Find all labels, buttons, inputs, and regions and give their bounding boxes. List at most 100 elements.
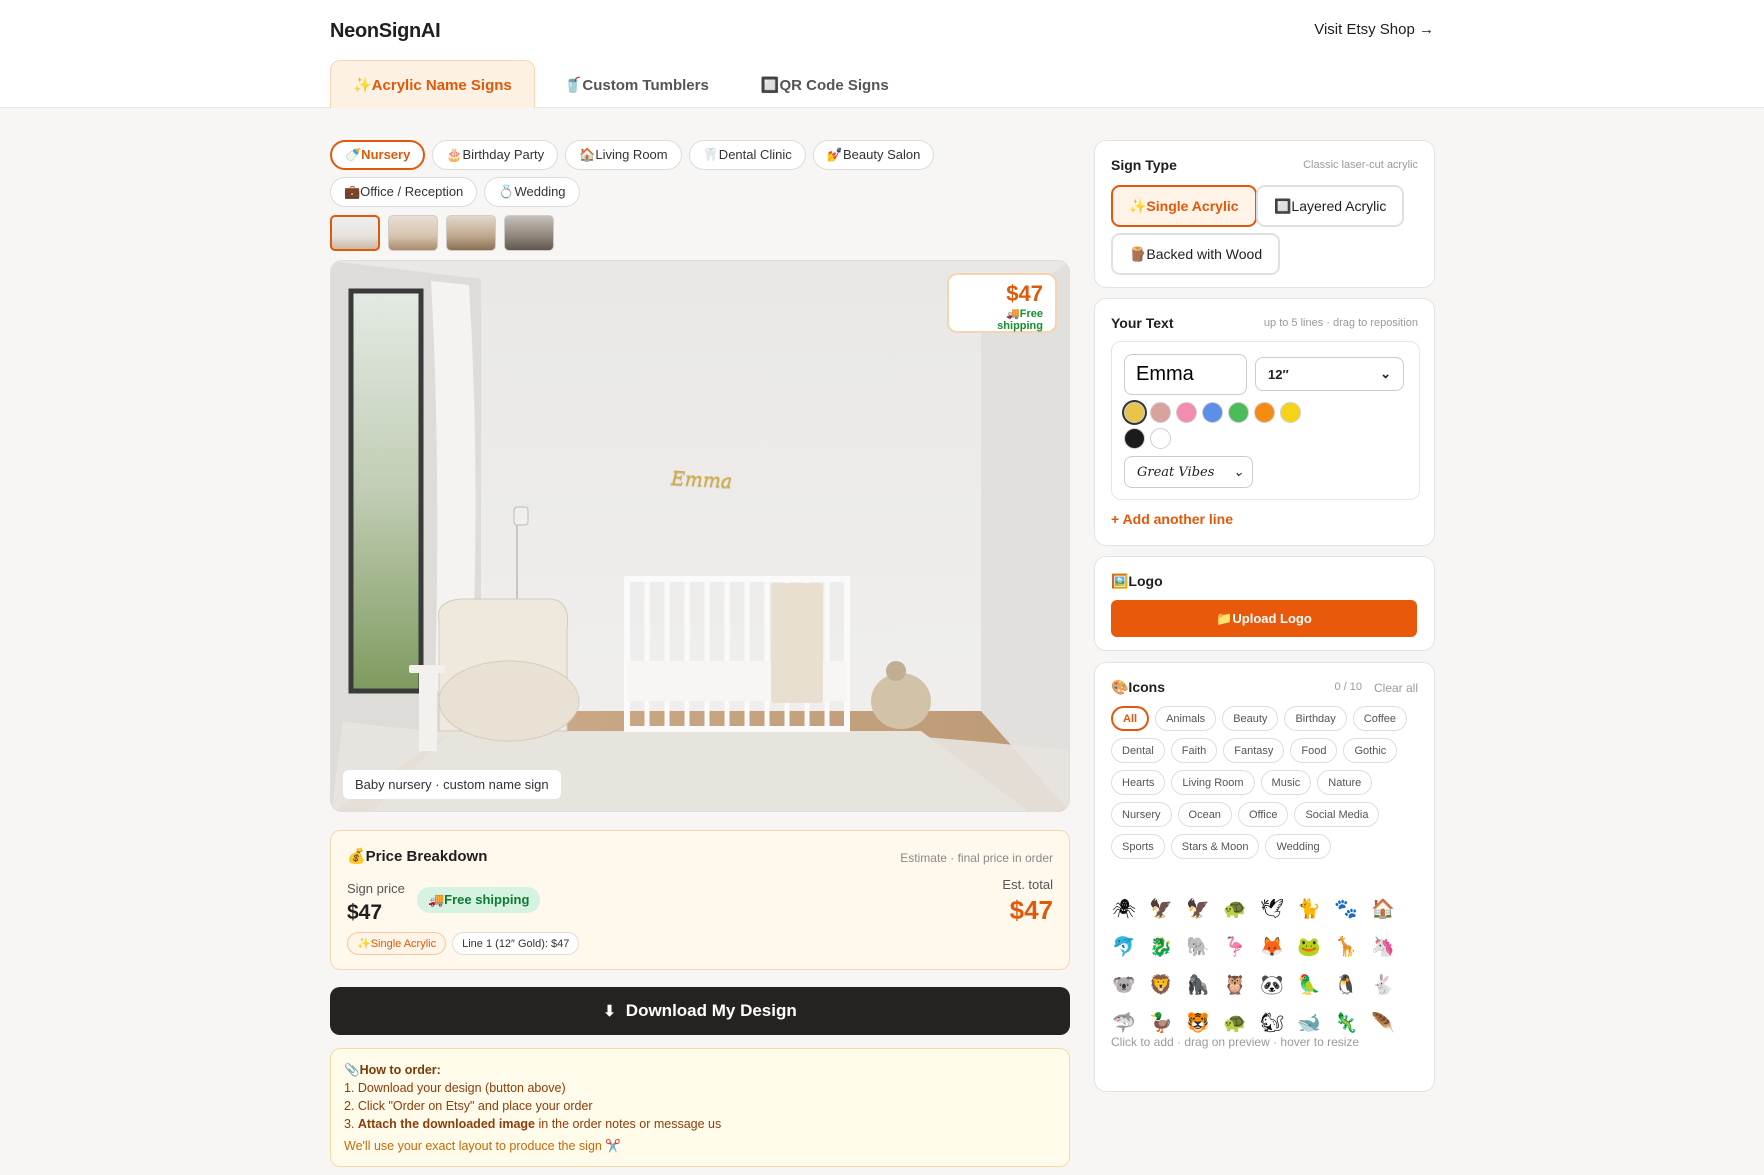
upload-logo-button[interactable]: 📁Upload Logo	[1111, 600, 1417, 637]
icon-category-chip[interactable]: Wedding	[1265, 834, 1331, 859]
color-swatches	[1124, 402, 1304, 449]
preview-free-shipping: 🚚Free shipping	[997, 308, 1043, 332]
icon-option[interactable]: 🐨	[1111, 972, 1137, 998]
scene-thumbnail[interactable]	[446, 215, 496, 251]
logo-panel: 🖼️Logo 📁Upload Logo	[1094, 556, 1435, 651]
scene-thumbnail[interactable]	[330, 215, 380, 251]
icon-category-chip[interactable]: Nature	[1317, 770, 1373, 795]
room-chips: 🍼Nursery 🎂Birthday Party 🏠Living Room 🦷D…	[330, 140, 1070, 207]
price-tags: ✨Single Acrylic Line 1 (12″ Gold): $47	[347, 932, 580, 955]
sign-text-overlay[interactable]: Emma	[670, 467, 732, 492]
icon-category-chip[interactable]: Birthday	[1284, 706, 1347, 731]
font-select[interactable]: Great Vibes ⌄	[1124, 456, 1253, 488]
scene-thumbnail[interactable]	[504, 215, 554, 251]
icon-option[interactable]: 🦒	[1333, 934, 1359, 960]
icon-option[interactable]: 🦊	[1259, 934, 1285, 960]
download-design-button[interactable]: ⬇ Download My Design	[330, 987, 1070, 1035]
size-select[interactable]: 12″ ⌄	[1255, 357, 1404, 391]
icon-category-chip[interactable]: Fantasy	[1223, 738, 1285, 763]
icon-option[interactable]: 🦆	[1148, 1010, 1174, 1036]
icon-category-chip[interactable]: Coffee	[1352, 706, 1408, 731]
icon-category-chip[interactable]: Gothic	[1343, 738, 1398, 763]
room-chip-nursery[interactable]: 🍼Nursery	[330, 140, 426, 170]
icon-category-chip[interactable]: Music	[1260, 770, 1312, 795]
icon-option[interactable]: 🐋	[1296, 1010, 1322, 1036]
icon-category-chip[interactable]: Beauty	[1222, 706, 1279, 731]
icon-option[interactable]: 🐬	[1111, 934, 1137, 960]
icon-option[interactable]: 🦅	[1148, 896, 1174, 922]
icon-option[interactable]: 🐯	[1185, 1010, 1211, 1036]
sign-type-layered-acrylic[interactable]: 🔲Layered Acrylic	[1256, 185, 1405, 227]
icon-option[interactable]: 🦉	[1222, 972, 1248, 998]
color-swatch-blue[interactable]	[1202, 402, 1223, 423]
icon-option[interactable]: 🕊	[1259, 896, 1285, 922]
icon-option[interactable]: 🐢	[1222, 1010, 1248, 1036]
color-swatch-pink[interactable]	[1176, 402, 1197, 423]
icon-category-chip[interactable]: Hearts	[1111, 770, 1166, 795]
icon-category-chip[interactable]: Nursery	[1111, 802, 1172, 827]
color-swatch-green[interactable]	[1228, 402, 1249, 423]
add-line-link[interactable]: + Add another line	[1111, 511, 1233, 527]
icon-category-chip[interactable]: Dental	[1111, 738, 1165, 763]
visit-etsy-link[interactable]: Visit Etsy Shop →	[1314, 21, 1434, 38]
icon-category-chip[interactable]: Ocean	[1177, 802, 1232, 827]
icon-option[interactable]: 🕷	[1111, 896, 1137, 922]
room-chip-dental-clinic[interactable]: 🦷Dental Clinic	[688, 140, 806, 170]
how-to-step-emphasis: Attach the downloaded image	[357, 1117, 536, 1131]
color-swatch-white[interactable]	[1150, 428, 1171, 449]
font-select-value: Great Vibes	[1137, 464, 1215, 480]
color-swatch-gold[interactable]	[1124, 402, 1145, 423]
room-chip-office-reception[interactable]: 💼Office / Reception	[330, 177, 478, 207]
sign-preview[interactable]: Emma $47 🚚Free shipping Baby nursery · c…	[330, 260, 1070, 812]
icon-category-chip[interactable]: Faith	[1170, 738, 1218, 763]
icon-option[interactable]: 🐿	[1259, 1010, 1285, 1036]
icon-option[interactable]: 🐘	[1185, 934, 1211, 960]
sign-type-backed-wood[interactable]: 🪵Backed with Wood	[1111, 233, 1281, 275]
clear-all-link[interactable]: Clear all	[1374, 681, 1418, 695]
color-swatch-black[interactable]	[1124, 428, 1145, 449]
room-chip-living-room[interactable]: 🏠Living Room	[565, 140, 682, 170]
room-chip-wedding[interactable]: 💍Wedding	[484, 177, 580, 207]
icon-category-chip[interactable]: Social Media	[1294, 802, 1380, 827]
icon-option[interactable]: 🦁	[1148, 972, 1174, 998]
room-chip-beauty-salon[interactable]: 💅Beauty Salon	[812, 140, 935, 170]
icon-category-chip[interactable]: Stars & Moon	[1170, 834, 1260, 859]
icon-option[interactable]: 🐼	[1259, 972, 1285, 998]
scene-thumbnail[interactable]	[388, 215, 438, 251]
icon-option[interactable]: 🐾	[1333, 896, 1359, 922]
icon-category-chip[interactable]: Animals	[1155, 706, 1217, 731]
icon-option[interactable]: 🦄	[1370, 934, 1396, 960]
color-swatch-orange[interactable]	[1254, 402, 1275, 423]
tab-custom-tumblers[interactable]: 🥤Custom Tumblers	[541, 60, 732, 108]
room-chip-birthday-party[interactable]: 🎂Birthday Party	[432, 140, 559, 170]
icon-category-chip[interactable]: Sports	[1111, 834, 1165, 859]
color-swatch-rose-gold[interactable]	[1150, 402, 1171, 423]
icon-option[interactable]: 🐸	[1296, 934, 1322, 960]
icon-option[interactable]: 🐉	[1148, 934, 1174, 960]
icons-title: 🎨Icons	[1111, 679, 1165, 695]
icon-option[interactable]: 🐈	[1296, 896, 1322, 922]
icon-option[interactable]: 🏠	[1370, 896, 1396, 922]
preview-caption: Baby nursery · custom name sign	[343, 770, 561, 799]
icon-option[interactable]: 🐧	[1333, 972, 1359, 998]
icon-option[interactable]: 🦅	[1185, 896, 1211, 922]
icon-option[interactable]: 🦍	[1185, 972, 1211, 998]
how-to-step: 2. Click "Order on Etsy" and place your …	[344, 1099, 593, 1113]
tab-acrylic-name-signs[interactable]: ✨Acrylic Name Signs	[330, 60, 535, 108]
icon-option[interactable]: 🐢	[1222, 896, 1248, 922]
icon-option[interactable]: 🐇	[1370, 972, 1396, 998]
icon-category-chip[interactable]: All	[1111, 706, 1150, 731]
icon-option[interactable]: 🦎	[1333, 1010, 1359, 1036]
icon-option[interactable]: 🦈	[1111, 1010, 1137, 1036]
icon-option[interactable]: 🦜	[1296, 972, 1322, 998]
icon-option[interactable]: 🦩	[1222, 934, 1248, 960]
icon-option[interactable]: 🪶	[1370, 1010, 1396, 1036]
icon-category-chip[interactable]: Office	[1237, 802, 1289, 827]
sign-type-single-acrylic[interactable]: ✨Single Acrylic	[1111, 185, 1257, 227]
icon-category-chip[interactable]: Food	[1290, 738, 1338, 763]
brand-logo[interactable]: NeonSignAI	[330, 20, 441, 43]
icon-category-chip[interactable]: Living Room	[1171, 770, 1255, 795]
sign-text-input[interactable]	[1124, 354, 1247, 395]
color-swatch-yellow[interactable]	[1280, 402, 1301, 423]
tab-qr-code-signs[interactable]: 🔲QR Code Signs	[738, 60, 912, 108]
